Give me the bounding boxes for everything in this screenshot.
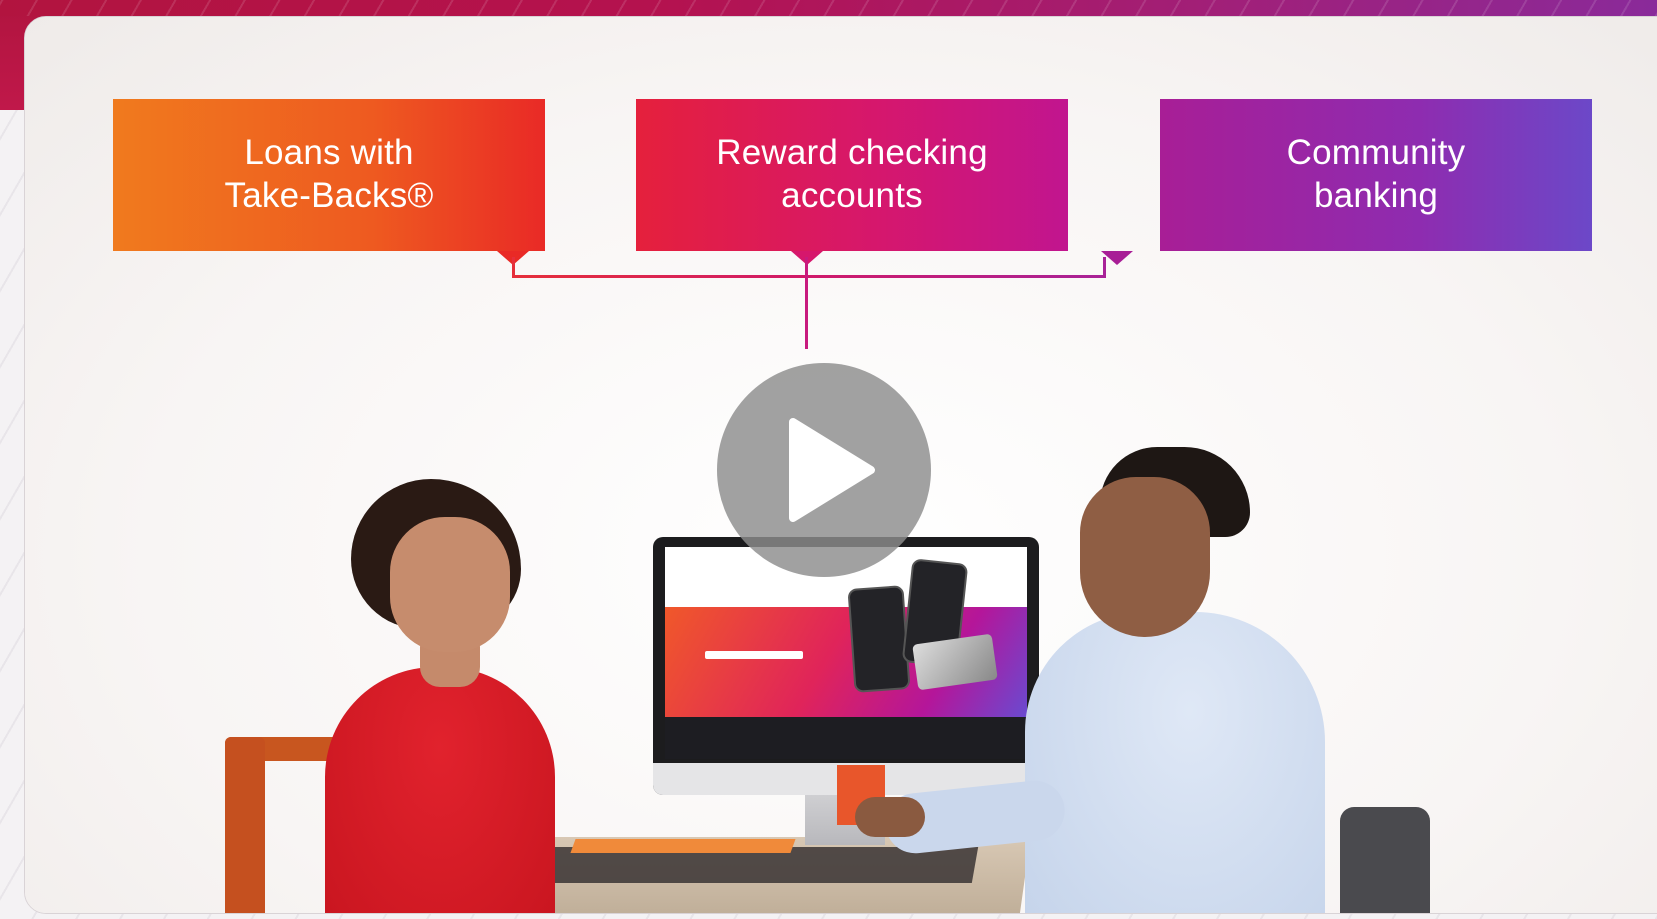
screen-footer [665,717,1027,759]
screen-input [705,651,803,659]
feature-box-loans: Loans with Take-Backs® [113,99,545,251]
feature-box-checking: Reward checking accounts [636,99,1068,251]
chair-left-leg [225,737,265,913]
play-button[interactable] [717,363,931,577]
person-woman [325,667,555,913]
connector-line [512,257,515,277]
connector-line [1103,257,1106,277]
connector-line [805,257,808,349]
folder [570,839,796,853]
person-woman-face [390,517,510,652]
play-icon [789,418,875,522]
feature-box-community: Community banking [1160,99,1592,251]
feature-label-checking: Reward checking accounts [716,133,988,215]
feature-label-loans: Loans with Take-Backs® [224,133,434,215]
video-player[interactable]: Loans with Take-Backs® Reward checking a… [24,16,1657,914]
phone-image [847,585,911,693]
connector-line [512,275,1106,278]
chair-right [1340,807,1430,913]
person-man [1025,612,1325,913]
person-man-face [1080,477,1210,637]
top-accent-band [0,0,1657,16]
feature-label-community: Community banking [1286,133,1466,215]
monitor-screen [665,547,1027,759]
person-man-hand [855,797,925,837]
